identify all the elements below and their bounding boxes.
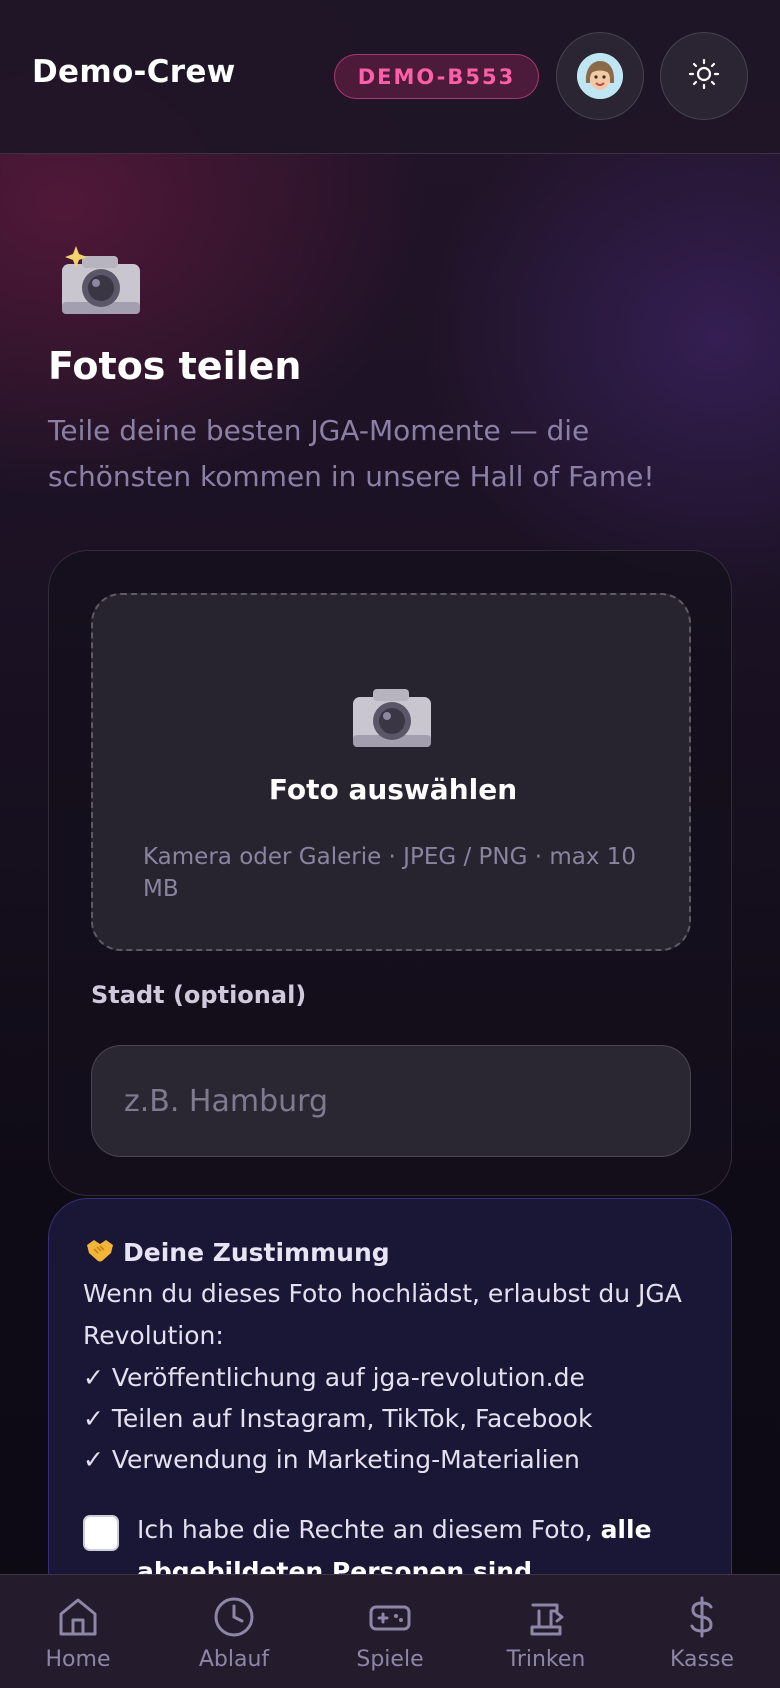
city-input[interactable] bbox=[91, 1045, 691, 1157]
home-icon bbox=[56, 1595, 100, 1639]
consent-checkbox[interactable] bbox=[83, 1515, 119, 1551]
camera-sparkle-icon bbox=[60, 246, 144, 322]
crew-title: Demo-Crew bbox=[32, 54, 236, 90]
consent-header: Deine Zustimmung bbox=[85, 1237, 390, 1267]
nav-item-trinken[interactable]: Trinken bbox=[468, 1575, 624, 1688]
dropzone-hint: Kamera oder Galerie · JPEG / PNG · max 1… bbox=[143, 844, 637, 902]
theme-toggle-button[interactable] bbox=[660, 32, 748, 120]
nav-label: Ablauf bbox=[198, 1647, 270, 1672]
page-subtitle: Teile deine besten JGA-Momente — die sch… bbox=[48, 414, 655, 493]
bottom-nav: Home Ablauf Spiele Trinken Kasse bbox=[0, 1574, 780, 1688]
dollar-icon bbox=[680, 1595, 724, 1639]
gamepad-icon bbox=[368, 1595, 412, 1639]
nav-item-spiele[interactable]: Spiele bbox=[312, 1575, 468, 1688]
dropzone-title: Foto auswählen bbox=[268, 773, 518, 806]
crew-code-badge[interactable]: DEMO-B553 bbox=[334, 54, 539, 99]
consent-list: ✓ Veröffentlichung auf jga-revolution.de… bbox=[83, 1357, 703, 1480]
photo-dropzone[interactable]: Foto auswählen Kamera oder Galerie · JPE… bbox=[91, 593, 691, 951]
consent-item: ✓ Teilen auf Instagram, TikTok, Facebook bbox=[83, 1404, 593, 1433]
city-label: Stadt (optional) bbox=[91, 981, 307, 1009]
consent-card: Deine Zustimmung Wenn du dieses Foto hoc… bbox=[48, 1198, 732, 1628]
beer-icon bbox=[524, 1595, 568, 1639]
nav-item-kasse[interactable]: Kasse bbox=[624, 1575, 780, 1688]
nav-item-home[interactable]: Home bbox=[0, 1575, 156, 1688]
consent-title: Deine Zustimmung bbox=[123, 1237, 390, 1267]
avatar-icon bbox=[577, 53, 623, 99]
handshake-icon bbox=[85, 1237, 115, 1267]
page-title: Fotos teilen bbox=[48, 344, 302, 388]
sun-icon bbox=[688, 58, 720, 94]
upload-card: Foto auswählen Kamera oder Galerie · JPE… bbox=[48, 550, 732, 1196]
nav-label: Kasse bbox=[670, 1647, 734, 1672]
nav-label: Trinken bbox=[506, 1647, 586, 1672]
consent-item: ✓ Verwendung in Marketing-Materialien bbox=[83, 1445, 580, 1474]
nav-label: Spiele bbox=[356, 1647, 424, 1672]
avatar-button[interactable] bbox=[556, 32, 644, 120]
camera-icon bbox=[351, 687, 435, 753]
nav-item-ablauf[interactable]: Ablauf bbox=[156, 1575, 312, 1688]
clock-icon bbox=[212, 1595, 256, 1639]
nav-label: Home bbox=[45, 1647, 111, 1672]
top-bar: Demo-Crew DEMO-B553 bbox=[0, 0, 780, 154]
consent-intro: Wenn du dieses Foto hochlädst, erlaubst … bbox=[83, 1279, 682, 1350]
consent-checkbox-text: Ich habe die Rechte an diesem Foto, bbox=[137, 1515, 593, 1544]
consent-item: ✓ Veröffentlichung auf jga-revolution.de bbox=[83, 1363, 585, 1392]
